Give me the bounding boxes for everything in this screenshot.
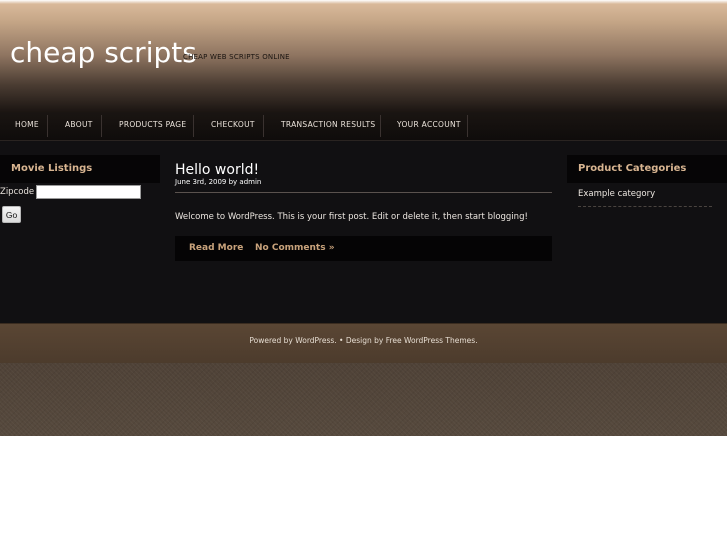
go-button[interactable]: Go [2, 206, 21, 223]
nav-divider [263, 115, 264, 137]
zipcode-input[interactable] [36, 185, 141, 199]
footer-texture [0, 363, 727, 436]
nav-item-transaction-results[interactable]: TRANSACTION RESULTS [281, 112, 375, 140]
post-meta: June 3rd, 2009 by admin [175, 178, 262, 186]
site-tagline: CHEAP WEB SCRIPTS ONLINE [183, 53, 290, 61]
nav-divider [47, 115, 48, 137]
nav-divider [467, 115, 468, 137]
nav-divider [380, 115, 381, 137]
nav-divider [101, 115, 102, 137]
post-body: Welcome to WordPress. This is your first… [175, 212, 528, 222]
nav-item-checkout[interactable]: CHECKOUT [211, 112, 255, 140]
footer-credits: Powered by WordPress. • Design by Free W… [249, 336, 478, 345]
nav-item-about[interactable]: ABOUT [65, 112, 93, 140]
product-categories-title: Product Categories [578, 163, 687, 174]
main-navigation: HOME ABOUT PRODUCTS PAGE CHECKOUT TRANSA… [0, 112, 727, 141]
site-header: cheap scripts CHEAP WEB SCRIPTS ONLINE [0, 0, 727, 112]
comments-link[interactable]: No Comments » [255, 243, 335, 253]
post-divider [175, 192, 552, 193]
category-divider [578, 206, 712, 207]
site-title[interactable]: cheap scripts [10, 36, 197, 69]
page: cheap scripts CHEAP WEB SCRIPTS ONLINE H… [0, 0, 727, 436]
read-more-link[interactable]: Read More [189, 243, 243, 253]
zipcode-label: Zipcode [0, 187, 35, 197]
nav-divider [193, 115, 194, 137]
nav-item-home[interactable]: HOME [15, 112, 39, 140]
category-link[interactable]: Example category [578, 189, 655, 199]
nav-item-your-account[interactable]: YOUR ACCOUNT [397, 112, 461, 140]
post-title[interactable]: Hello world! [175, 162, 259, 178]
movie-listings-title: Movie Listings [11, 163, 93, 174]
nav-item-products-page[interactable]: PRODUCTS PAGE [119, 112, 186, 140]
